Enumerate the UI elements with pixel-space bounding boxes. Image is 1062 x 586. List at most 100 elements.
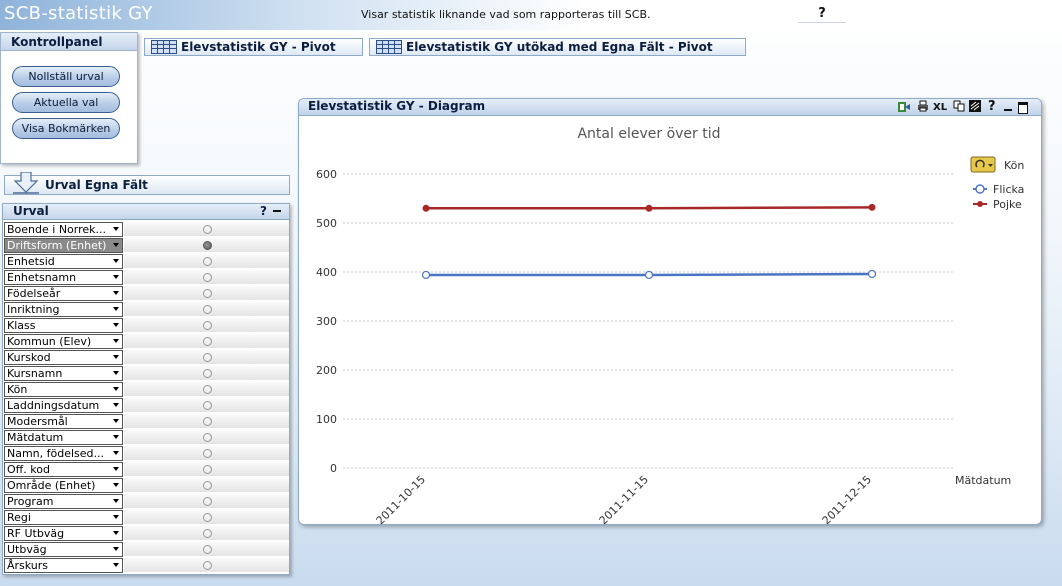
urval-field-label: Område (Enhet)	[7, 479, 96, 492]
radio-indicator-icon[interactable]	[203, 513, 212, 522]
urval-field-dropdown[interactable]: Off. kod	[4, 462, 123, 477]
radio-indicator-icon[interactable]	[203, 529, 212, 538]
radio-indicator-icon[interactable]	[203, 273, 212, 282]
urval-field-dropdown[interactable]: Enhetsnamn	[4, 270, 123, 285]
radio-indicator-icon[interactable]	[203, 241, 212, 250]
urval-field-label: RF Utbväg	[7, 527, 65, 540]
urval-field-dropdown[interactable]: Klass	[4, 318, 123, 333]
urval-row: Driftsform (Enhet)	[3, 238, 289, 254]
urval-field-dropdown[interactable]: Utbväg	[4, 542, 123, 557]
dropdown-arrow-icon	[113, 387, 119, 391]
pivot-table-icon	[376, 40, 402, 54]
urval-row: Namn, födelsed...	[3, 446, 289, 462]
urval-field-dropdown[interactable]: Kön	[4, 382, 123, 397]
legend-marker	[975, 184, 985, 194]
urval-value-cell	[124, 350, 289, 365]
dropdown-arrow-icon	[113, 515, 119, 519]
down-arrow-icon	[13, 172, 39, 194]
urval-field-dropdown[interactable]: Kursnamn	[4, 366, 123, 381]
urval-field-label: Enhetsid	[7, 255, 55, 268]
dropdown-arrow-icon	[113, 467, 119, 471]
urval-field-dropdown[interactable]: Inriktning	[4, 302, 123, 317]
radio-indicator-icon[interactable]	[203, 353, 212, 362]
urval-field-dropdown[interactable]: Program	[4, 494, 123, 509]
legend-entry: Pojke	[993, 198, 1022, 211]
radio-indicator-icon[interactable]	[203, 369, 212, 378]
urval-field-dropdown[interactable]: Boende i Norrek...	[4, 222, 123, 237]
urval-value-cell	[124, 238, 289, 253]
legend-title: Kön	[1004, 159, 1024, 172]
urval-title: Urval	[13, 204, 49, 218]
urval-field-label: Kön	[7, 383, 28, 396]
urval-value-cell	[124, 398, 289, 413]
urval-field-dropdown[interactable]: Driftsform (Enhet)	[4, 238, 123, 253]
dropdown-arrow-icon	[113, 451, 119, 455]
urval-row: Inriktning	[3, 302, 289, 318]
urval-field-label: Födelseår	[7, 287, 61, 300]
urval-row: Kommun (Elev)	[3, 334, 289, 350]
kontrollpanel: Kontrollpanel Nollställ urval Aktuella v…	[0, 32, 138, 164]
help-button[interactable]: ?	[798, 6, 846, 23]
radio-indicator-icon[interactable]	[203, 465, 212, 474]
pivot-button-elevstatistik[interactable]: Elevstatistik GY - Pivot	[144, 38, 363, 56]
urval-value-cell	[124, 510, 289, 525]
y-tick-label: 300	[316, 315, 337, 328]
urval-row: Mätdatum	[3, 430, 289, 446]
radio-indicator-icon[interactable]	[203, 481, 212, 490]
urval-egna-falt-button[interactable]: Urval Egna Fält	[4, 172, 290, 195]
urval-field-label: Årskurs	[7, 559, 49, 572]
urval-value-cell	[124, 286, 289, 301]
minimize-icon[interactable]	[273, 210, 281, 212]
urval-row: Enhetsid	[3, 254, 289, 270]
radio-indicator-icon[interactable]	[203, 225, 212, 234]
dropdown-arrow-icon	[113, 259, 119, 263]
urval-value-cell	[124, 366, 289, 381]
radio-indicator-icon[interactable]	[203, 385, 212, 394]
urval-help-icon[interactable]: ?	[260, 204, 267, 219]
urval-row: Laddningsdatum	[3, 398, 289, 414]
urval-field-dropdown[interactable]: Enhetsid	[4, 254, 123, 269]
radio-indicator-icon[interactable]	[203, 417, 212, 426]
radio-indicator-icon[interactable]	[203, 449, 212, 458]
pivot-table-icon	[151, 40, 177, 54]
radio-indicator-icon[interactable]	[203, 257, 212, 266]
radio-indicator-icon[interactable]	[203, 497, 212, 506]
urval-field-dropdown[interactable]: RF Utbväg	[4, 526, 123, 541]
urval-field-dropdown[interactable]: Födelseår	[4, 286, 123, 301]
radio-indicator-icon[interactable]	[203, 289, 212, 298]
urval-field-dropdown[interactable]: Kommun (Elev)	[4, 334, 123, 349]
urval-row: Kurskod	[3, 350, 289, 366]
urval-field-label: Enhetsnamn	[7, 271, 77, 284]
urval-field-dropdown[interactable]: Område (Enhet)	[4, 478, 123, 493]
urval-field-dropdown[interactable]: Kurskod	[4, 350, 123, 365]
dropdown-arrow-icon	[113, 243, 119, 247]
radio-indicator-icon[interactable]	[203, 433, 212, 442]
radio-indicator-icon[interactable]	[203, 545, 212, 554]
urval-field-label: Off. kod	[7, 463, 50, 476]
urval-field-dropdown[interactable]: Laddningsdatum	[4, 398, 123, 413]
urval-field-dropdown[interactable]: Namn, födelsed...	[4, 446, 123, 461]
dropdown-arrow-icon	[113, 419, 119, 423]
urval-field-label: Kommun (Elev)	[7, 335, 92, 348]
urval-field-dropdown[interactable]: Regi	[4, 510, 123, 525]
urval-row: Regi	[3, 510, 289, 526]
pivot-button-egna-falt[interactable]: Elevstatistik GY utökad med Egna Fält - …	[369, 38, 746, 56]
app-subtitle: Visar statistik liknande vad som rapport…	[361, 8, 651, 21]
visa-bokmarken-button[interactable]: Visa Bokmärken	[12, 118, 120, 139]
urval-field-dropdown[interactable]: Årskurs	[4, 558, 123, 573]
pivot-button-label: Elevstatistik GY utökad med Egna Fält - …	[406, 40, 713, 54]
urval-row: Boende i Norrek...	[3, 222, 289, 238]
urval-value-cell	[124, 334, 289, 349]
radio-indicator-icon[interactable]	[203, 401, 212, 410]
radio-indicator-icon[interactable]	[203, 305, 212, 314]
radio-indicator-icon[interactable]	[203, 561, 212, 570]
aktuella-val-button[interactable]: Aktuella val	[12, 92, 120, 113]
dropdown-arrow-icon	[113, 547, 119, 551]
radio-indicator-icon[interactable]	[203, 321, 212, 330]
urval-field-dropdown[interactable]: Mätdatum	[4, 430, 123, 445]
urval-field-dropdown[interactable]: Modersmål	[4, 414, 123, 429]
urval-egna-falt-label: Urval Egna Fält	[45, 178, 148, 192]
nollstall-urval-button[interactable]: Nollställ urval	[12, 66, 120, 87]
radio-indicator-icon[interactable]	[203, 337, 212, 346]
y-tick-label: 500	[316, 217, 337, 230]
